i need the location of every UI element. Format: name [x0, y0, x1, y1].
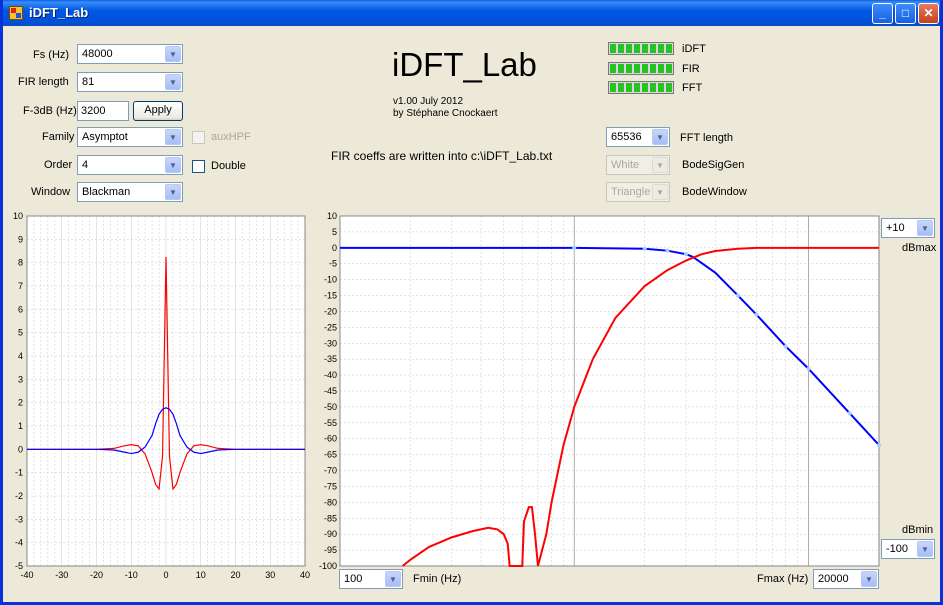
bode-y-tick: -50	[324, 402, 337, 412]
impulse-y-tick: 3	[18, 374, 23, 384]
impulse-x-tick: -20	[90, 570, 103, 580]
main-window: iDFT_Lab _ □ ✕ Fs (Hz) 48000 ▼ FIR lengt…	[0, 0, 943, 605]
impulse-y-tick: 7	[18, 281, 23, 291]
bode-y-tick: -25	[324, 322, 337, 332]
bode-y-tick: -10	[324, 275, 337, 285]
bode-y-tick: -75	[324, 481, 337, 491]
impulse-y-tick: 2	[18, 398, 23, 408]
bode-y-tick: -80	[324, 497, 337, 507]
impulse-x-tick: -40	[20, 570, 33, 580]
impulse-y-tick: 5	[18, 328, 23, 338]
impulse-x-tick: 30	[265, 570, 275, 580]
bode-y-tick: 10	[327, 211, 337, 221]
impulse-x-tick: 20	[230, 570, 240, 580]
bode-y-tick: -95	[324, 545, 337, 555]
bode-y-tick: 5	[332, 227, 337, 237]
bode-y-tick: -45	[324, 386, 337, 396]
impulse-y-tick: -1	[15, 468, 23, 478]
bode-y-tick: -20	[324, 306, 337, 316]
bode-y-tick: 0	[332, 243, 337, 253]
impulse-x-tick: 0	[163, 570, 168, 580]
impulse-x-tick: 10	[196, 570, 206, 580]
charts-svg: -40 -30 -20 -10 0 10 20 30 40109876543210-1-2-3-…	[13, 211, 881, 580]
bode-marker	[665, 248, 670, 253]
impulse-x-tick: 40	[300, 570, 310, 580]
bode-y-tick: -85	[324, 513, 337, 523]
bode-y-tick: -70	[324, 466, 337, 476]
impulse-y-tick: -2	[15, 491, 23, 501]
bode-marker	[572, 245, 577, 250]
impulse-y-tick: -3	[15, 514, 23, 524]
impulse-y-tick: -4	[15, 538, 23, 548]
bode-y-tick: -60	[324, 434, 337, 444]
bode-marker	[754, 312, 759, 317]
impulse-x-tick: -30	[55, 570, 68, 580]
bode-y-tick: -15	[324, 291, 337, 301]
bode-y-tick: -5	[329, 259, 337, 269]
impulse-y-tick: 10	[13, 211, 23, 221]
impulse-y-tick: 8	[18, 258, 23, 268]
bode-marker	[806, 366, 811, 371]
impulse-y-tick: 0	[18, 444, 23, 454]
bode-marker	[735, 293, 740, 298]
bode-y-tick: -100	[319, 561, 337, 571]
impulse-y-tick: -5	[15, 561, 23, 571]
bode-marker	[684, 252, 689, 257]
impulse-y-tick: 9	[18, 234, 23, 244]
bode-marker	[783, 344, 788, 349]
bode-y-tick: -90	[324, 529, 337, 539]
bode-y-tick: -40	[324, 370, 337, 380]
bode-marker	[877, 443, 881, 448]
bode-y-tick: -30	[324, 338, 337, 348]
bode-marker	[847, 411, 852, 416]
bode-marker	[642, 246, 647, 251]
bode-y-tick: -35	[324, 354, 337, 364]
bode-series-blue	[340, 246, 880, 446]
impulse-x-tick: -10	[125, 570, 138, 580]
bode-y-tick: -55	[324, 418, 337, 428]
impulse-y-tick: 6	[18, 304, 23, 314]
bode-y-tick: -65	[324, 450, 337, 460]
impulse-y-tick: 4	[18, 351, 23, 361]
impulse-y-tick: 1	[18, 421, 23, 431]
